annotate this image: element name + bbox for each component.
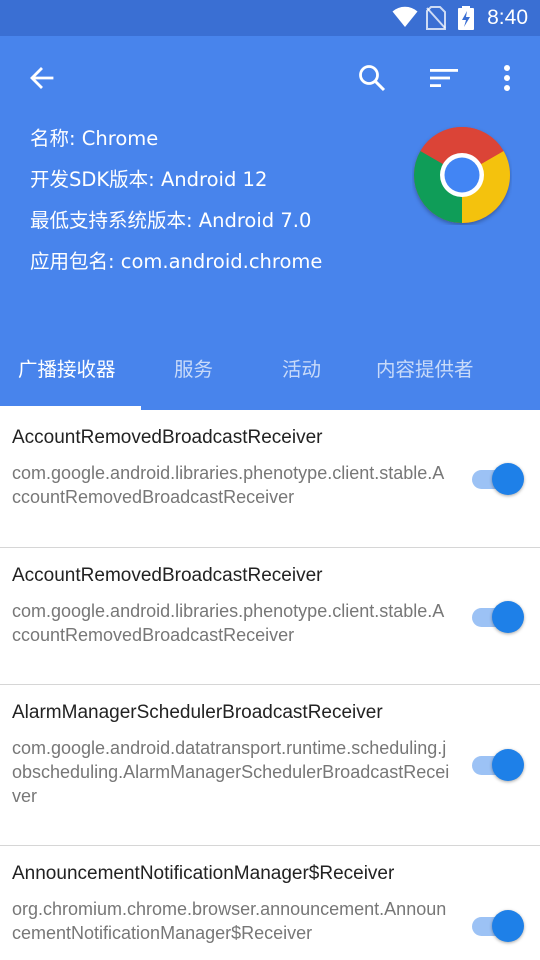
receiver-class: com.google.android.libraries.phenotype.c… [12,601,445,645]
receiver-toggle[interactable] [472,909,524,943]
arrow-back-icon [30,67,54,89]
back-button[interactable] [18,54,66,102]
receiver-name: AccountRemovedBroadcastReceiver [12,565,323,586]
more-options-button[interactable] [483,54,531,102]
receiver-toggle[interactable] [472,462,524,496]
receiver-name: AnnouncementNotificationManager$Receiver [12,863,395,884]
receiver-toggle[interactable] [472,748,524,782]
tab-bar: 广播接收器 服务 活动 内容提供者 [0,350,540,410]
toggle-thumb [492,463,524,495]
wifi-icon [392,6,418,28]
receiver-class: com.google.android.datatransport.runtime… [12,738,450,806]
app-info: 名称: Chrome 开发SDK版本: Android 12 最低支持系统版本:… [30,118,322,282]
tab-services[interactable]: 服务 [174,350,213,410]
sort-icon [430,69,458,87]
battery-charging-icon [458,6,474,30]
no-sim-icon [426,6,446,30]
more-vert-icon [504,65,510,91]
target-sdk: 开发SDK版本: Android 12 [30,168,268,191]
receiver-name: AccountRemovedBroadcastReceiver [12,427,323,448]
receiver-class: org.chromium.chrome.browser.announcement… [12,899,447,943]
sort-button[interactable] [420,54,468,102]
list-item[interactable]: AlarmManagerSchedulerBroadcastReceiver c… [0,685,540,846]
list-item[interactable]: AnnouncementNotificationManager$Receiver… [0,846,540,960]
receiver-name: AlarmManagerSchedulerBroadcastReceiver [12,702,383,723]
toggle-thumb [492,910,524,942]
status-bar: 8:40 [0,0,540,36]
app-info-header: 名称: Chrome 开发SDK版本: Android 12 最低支持系统版本:… [0,36,540,410]
list-item[interactable]: AccountRemovedBroadcastReceiver com.goog… [0,410,540,548]
toggle-thumb [492,749,524,781]
receiver-class: com.google.android.libraries.phenotype.c… [12,463,445,507]
min-sdk: 最低支持系统版本: Android 7.0 [30,209,312,232]
clock: 8:40 [487,6,528,29]
app-name: 名称: Chrome [30,127,159,150]
package-name: 应用包名: com.android.chrome [30,250,323,273]
receiver-toggle[interactable] [472,600,524,634]
chrome-logo-icon [413,126,511,223]
list-item[interactable]: AccountRemovedBroadcastReceiver com.goog… [0,548,540,685]
tab-broadcast-receivers[interactable]: 广播接收器 [18,350,116,410]
receiver-list: AccountRemovedBroadcastReceiver com.goog… [0,410,540,960]
tab-content-providers[interactable]: 内容提供者 [376,350,474,410]
search-icon [359,65,386,92]
search-button[interactable] [348,54,396,102]
toggle-thumb [492,601,524,633]
tab-activities[interactable]: 活动 [282,350,321,410]
